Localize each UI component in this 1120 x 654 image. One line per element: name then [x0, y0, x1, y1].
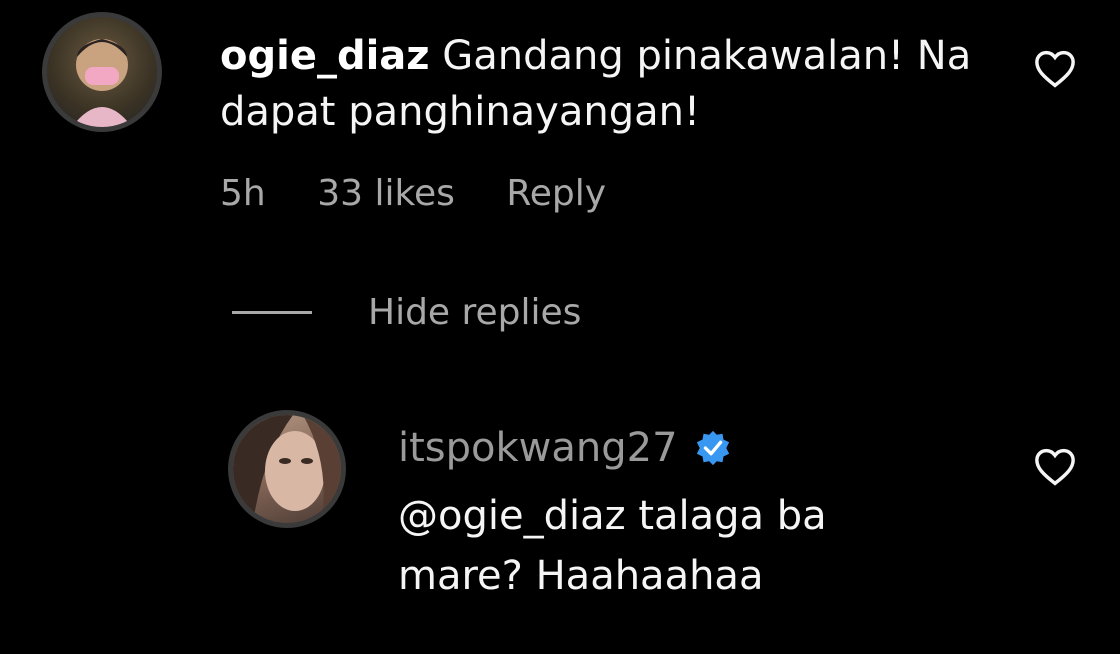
hide-replies-label: Hide replies: [368, 291, 582, 333]
verified-badge-icon: [696, 430, 729, 466]
hide-replies-button[interactable]: Hide replies: [232, 288, 581, 336]
avatar-photo-icon: [233, 415, 341, 523]
heart-icon[interactable]: [1034, 448, 1076, 486]
comment-body: ogie_diaz Gandang pinakawalan! Na dapat …: [220, 28, 980, 140]
reply-avatar[interactable]: [228, 410, 346, 528]
heart-icon[interactable]: [1034, 50, 1076, 88]
reply-username[interactable]: itspokwang27: [398, 425, 678, 471]
comment-time[interactable]: 5h: [220, 173, 266, 214]
commenter-avatar[interactable]: [42, 12, 162, 132]
reply-button[interactable]: Reply: [506, 173, 606, 214]
reply-body: @ogie_diaz talaga ba mare? Haahaahaa: [398, 493, 827, 599]
reply-header: itspokwang27: [398, 420, 732, 476]
avatar-photo-icon: [72, 39, 132, 127]
divider-line: [232, 310, 312, 314]
comment-username[interactable]: ogie_diaz: [220, 33, 430, 79]
comment-likes[interactable]: 33 likes: [317, 173, 455, 214]
comment-meta: 5h 33 likes Reply: [220, 170, 606, 218]
